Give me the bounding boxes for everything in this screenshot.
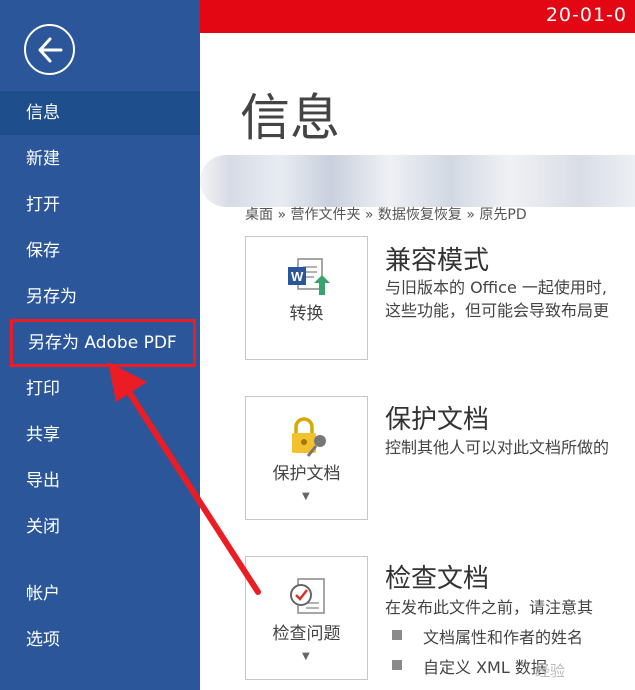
compat-mode-title: 兼容模式 (385, 246, 490, 276)
svg-text:W: W (291, 269, 304, 284)
inspect-document-icon (290, 578, 325, 614)
bullet-item: 文档属性和作者的姓名 (423, 628, 584, 647)
breadcrumb: 桌面 » 营作文件夹 » 数据恢复恢复 » 原先PD (245, 207, 527, 223)
check-issues-button-label: 检查问题 (272, 624, 341, 644)
sidebar-item-new[interactable]: 新建 (0, 137, 200, 181)
sidebar-item-info[interactable]: 信息 (0, 91, 200, 135)
page-title: 信息 (240, 89, 340, 147)
protect-document-desc: 控制其他人可以对此文档所做的 (385, 438, 610, 457)
bullet-item: 自定义 XML 数据 (423, 658, 547, 677)
sidebar-item-account[interactable]: 帐户 (0, 572, 200, 616)
sidebar-item-save-as-adobe-pdf[interactable]: 另存为 Adobe PDF (10, 319, 196, 367)
lock-key-icon (292, 417, 326, 457)
convert-button[interactable]: W 转换 (245, 236, 368, 360)
protect-document-button-label: 保护文档 (272, 464, 341, 484)
inspect-document-title: 检查文档 (385, 564, 490, 594)
sidebar-item-options[interactable]: 选项 (0, 618, 200, 662)
inspect-document-desc: 在发布此文件之前，请注意其 (385, 598, 594, 617)
watermark: 经验 (535, 662, 566, 680)
backstage-sidebar: 信息 新建 打开 保存 另存为 另存为 Adobe PDF 打印 共享 导出 关… (0, 0, 200, 690)
protect-document-button[interactable]: 保护文档 ▼ (245, 396, 368, 520)
bullet-icon (392, 660, 402, 670)
compat-mode-desc-1: 与旧版本的 Office 一起使用时, (385, 278, 607, 297)
sidebar-item-save-as[interactable]: 另存为 (0, 275, 200, 319)
bullet-icon (392, 630, 402, 640)
title-bar-text: 20-01-0 (545, 4, 627, 26)
sidebar-item-export[interactable]: 导出 (0, 459, 200, 503)
word-convert-icon: W (288, 258, 330, 295)
protect-document-title: 保护文档 (385, 405, 490, 435)
sidebar-item-save[interactable]: 保存 (0, 229, 200, 273)
title-bar: 20-01-0 (200, 0, 635, 33)
sidebar-item-open[interactable]: 打开 (0, 183, 200, 227)
chevron-down-icon: ▼ (302, 651, 310, 662)
chevron-down-icon: ▼ (302, 491, 310, 502)
convert-button-label: 转换 (289, 304, 324, 324)
check-issues-button[interactable]: 检查问题 ▼ (245, 556, 368, 680)
blurred-filename (200, 155, 635, 207)
sidebar-item-share[interactable]: 共享 (0, 413, 200, 457)
back-arrow-icon (38, 37, 63, 63)
compat-mode-desc-2: 这些功能，但可能会导致布局更 (385, 301, 610, 320)
sidebar-item-close[interactable]: 关闭 (0, 505, 200, 549)
sidebar-item-print[interactable]: 打印 (0, 367, 200, 411)
back-button[interactable] (24, 24, 75, 75)
